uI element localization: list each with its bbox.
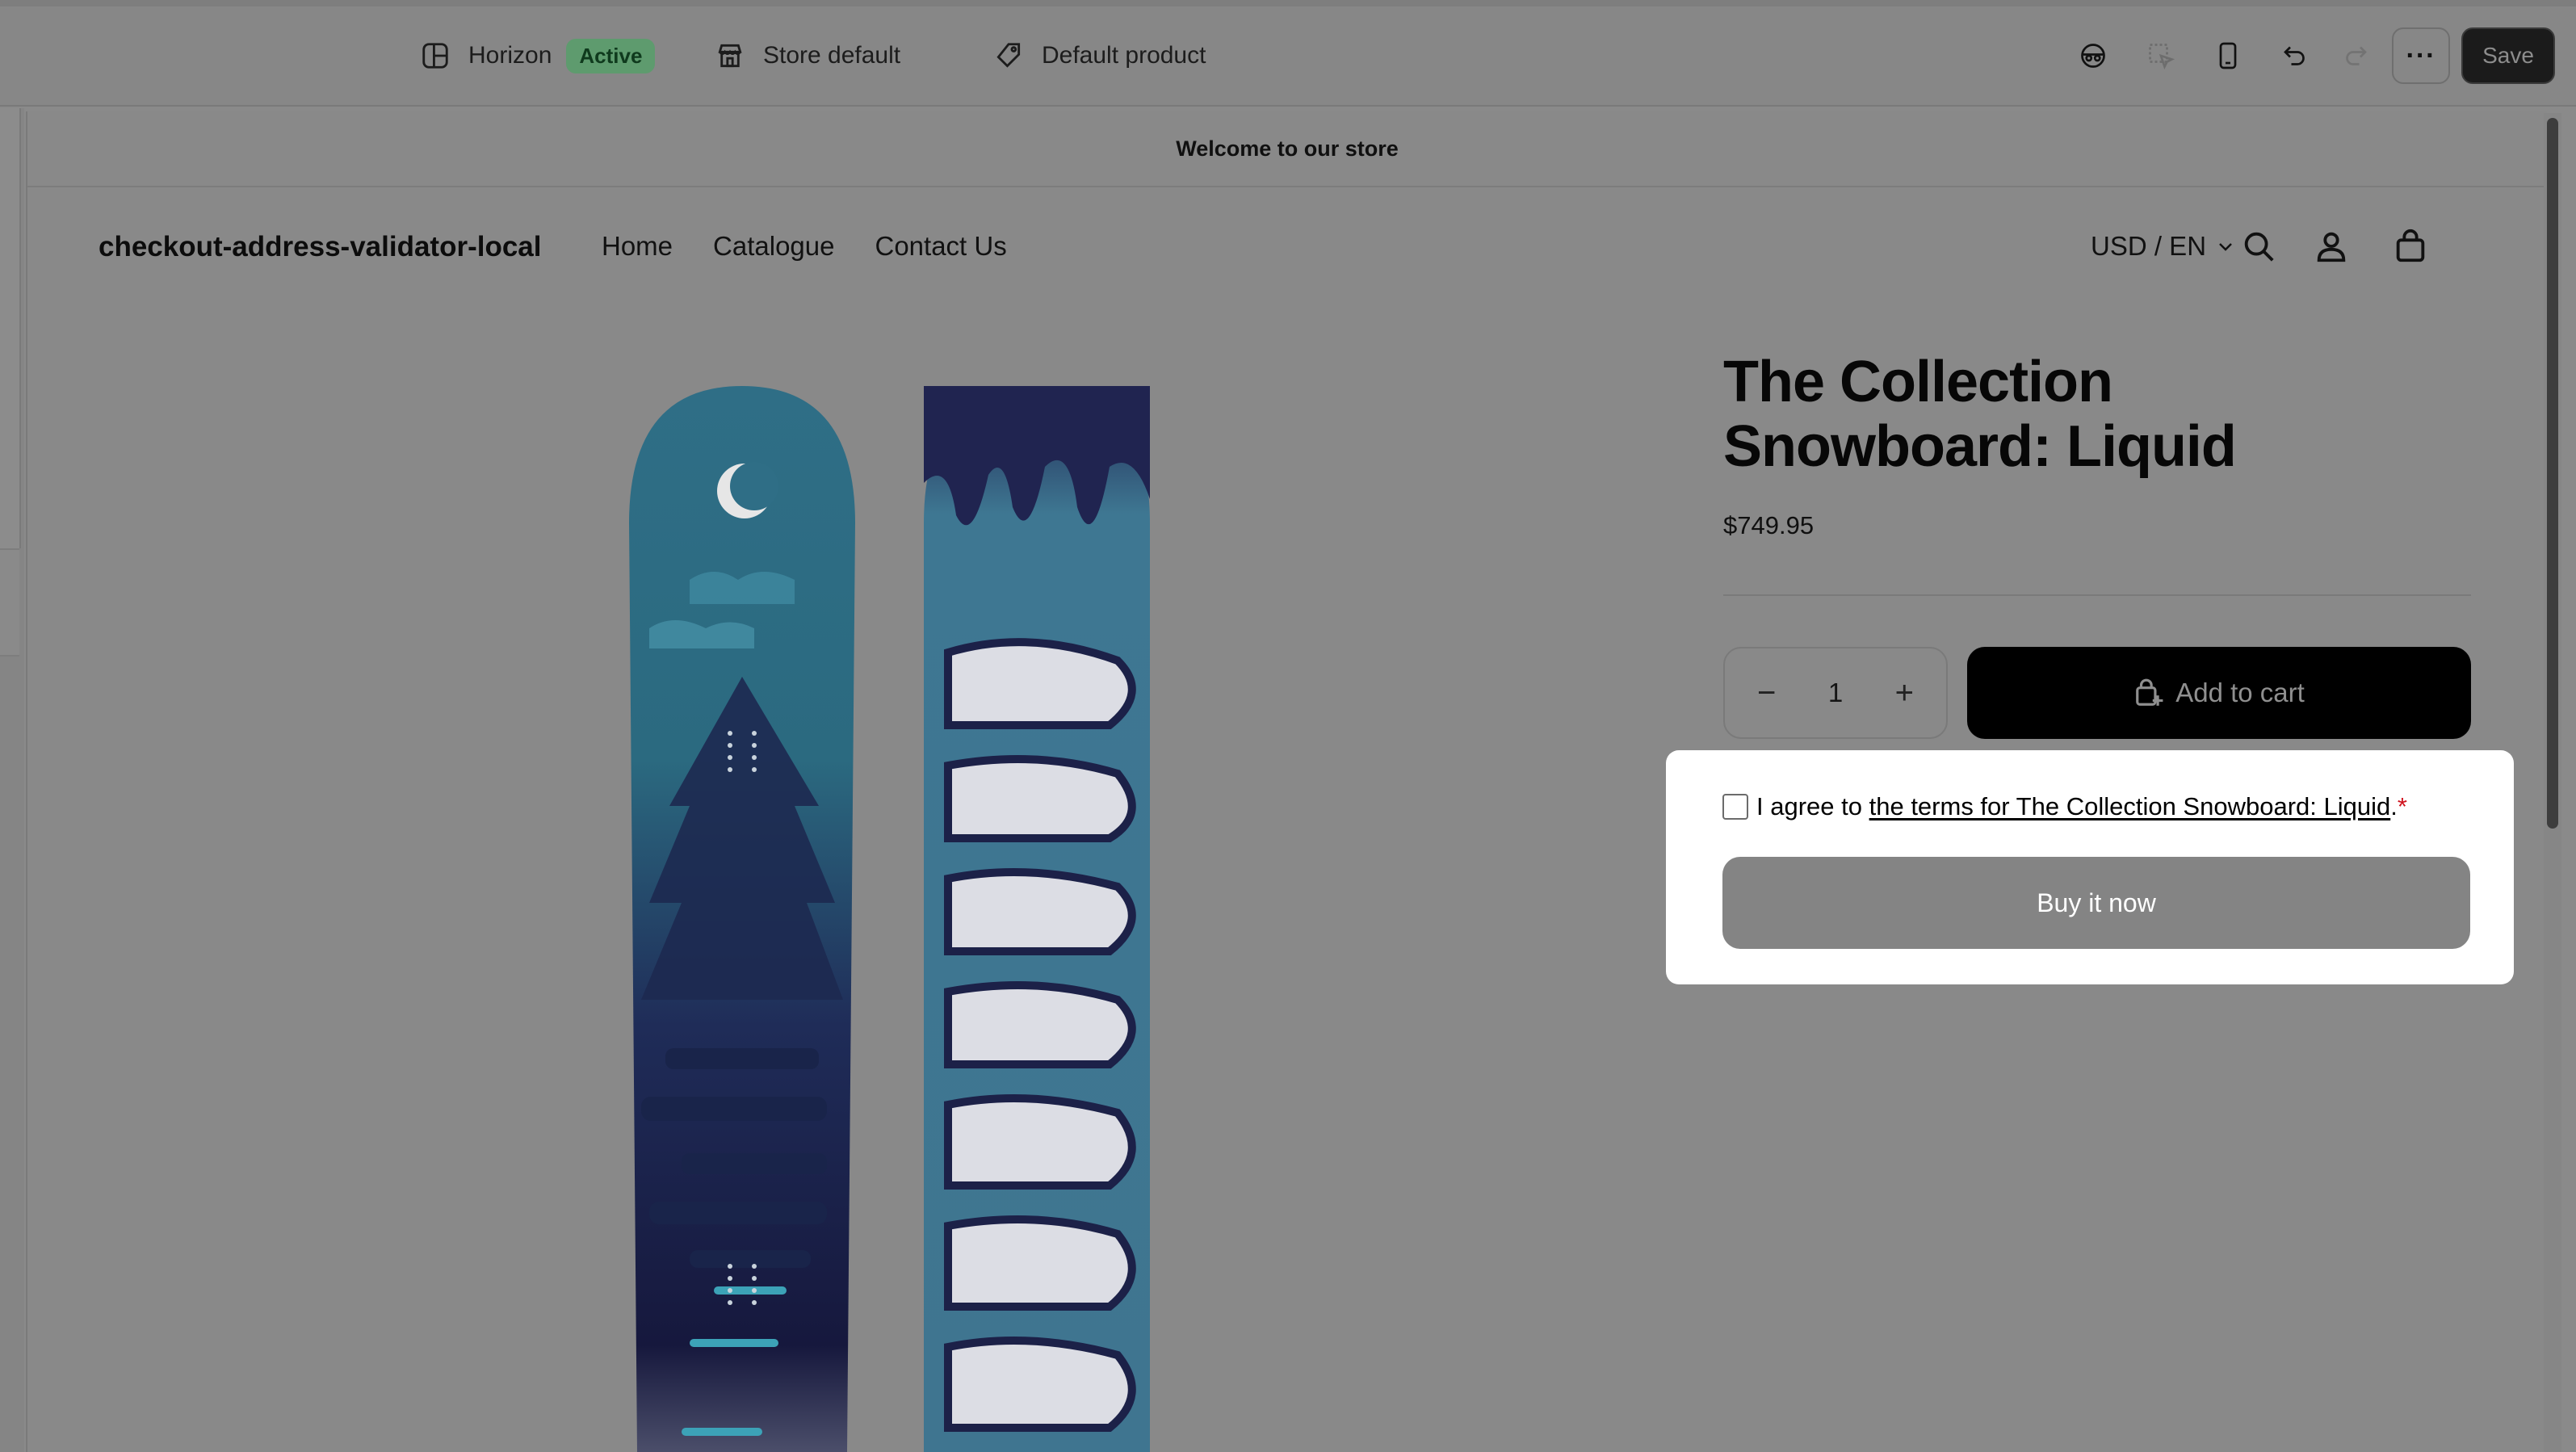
undo-button[interactable] bbox=[2275, 36, 2315, 76]
quantity-value[interactable]: 1 bbox=[1828, 678, 1843, 708]
redo-button[interactable] bbox=[2335, 36, 2376, 76]
chevron-down-icon bbox=[2219, 243, 2232, 251]
sidebar-edge bbox=[0, 108, 24, 1452]
snowboard-image bbox=[629, 386, 1150, 1452]
buy-now-button[interactable]: Buy it now bbox=[1722, 857, 2470, 949]
sidebar-panel-section bbox=[0, 548, 19, 657]
nav-item-catalogue[interactable]: Catalogue bbox=[713, 231, 834, 262]
toolbar-top-strip bbox=[0, 0, 2576, 6]
market-selector[interactable]: Store default bbox=[715, 36, 900, 76]
quantity-stepper[interactable]: − 1 + bbox=[1723, 647, 1948, 739]
template-label: Default product bbox=[1042, 42, 1206, 69]
mobile-icon bbox=[2219, 42, 2237, 69]
locale-label: USD / EN bbox=[2091, 231, 2207, 261]
more-actions-button[interactable]: ··· bbox=[2392, 27, 2450, 84]
store-icon bbox=[718, 44, 742, 68]
agree-prefix: I agree to bbox=[1756, 792, 1862, 820]
required-mark: * bbox=[2397, 792, 2407, 820]
add-to-cart-label: Add to cart bbox=[2175, 678, 2305, 707]
select-element-button[interactable] bbox=[2141, 36, 2181, 76]
terms-link[interactable]: the terms for The Collection Snowboard: … bbox=[1869, 792, 2391, 821]
layout-icon bbox=[422, 43, 448, 69]
theme-name: Horizon bbox=[468, 42, 552, 69]
template-selector[interactable]: Default product bbox=[993, 36, 1206, 76]
preview-scrollbar[interactable] bbox=[2544, 113, 2561, 1452]
terms-checkbox[interactable] bbox=[1722, 794, 1748, 820]
decrease-quantity-button[interactable]: − bbox=[1757, 675, 1776, 711]
product-price: $749.95 bbox=[1723, 511, 1815, 539]
divider bbox=[1723, 594, 2471, 596]
agree-suffix: . bbox=[2390, 792, 2398, 820]
nav-item-contact[interactable]: Contact Us bbox=[875, 231, 1006, 262]
shopping-bag-icon bbox=[2396, 229, 2425, 262]
search-icon bbox=[2244, 232, 2274, 262]
redo-icon bbox=[2346, 46, 2367, 65]
announcement-bar: Welcome to our store bbox=[27, 111, 2547, 187]
undo-icon bbox=[2284, 46, 2305, 65]
mobile-view-button[interactable] bbox=[2208, 36, 2248, 76]
product-image[interactable] bbox=[593, 386, 1174, 1452]
increase-quantity-button[interactable]: + bbox=[1895, 675, 1914, 711]
product-title-line2: Snowboard: Liquid bbox=[1723, 414, 2237, 479]
buy-block-highlight: I agree to the terms for The Collection … bbox=[1666, 750, 2514, 984]
theme-selector[interactable]: Horizon Active bbox=[420, 36, 656, 76]
market-label: Store default bbox=[763, 42, 901, 69]
cart-add-icon bbox=[2136, 678, 2163, 706]
search-button[interactable] bbox=[2240, 228, 2277, 265]
editor-toolbar: Horizon Active Store default Default pro… bbox=[0, 0, 2576, 107]
cart-button[interactable] bbox=[2392, 228, 2429, 265]
product-title: The Collection Snowboard: Liquid bbox=[1723, 350, 2450, 479]
scrollbar-thumb[interactable] bbox=[2547, 118, 2558, 829]
user-icon bbox=[2317, 232, 2346, 262]
theme-status-badge: Active bbox=[566, 38, 656, 73]
save-button[interactable]: Save bbox=[2461, 27, 2555, 84]
sidebar-panel bbox=[0, 108, 21, 548]
account-button[interactable] bbox=[2313, 228, 2350, 265]
inspector-button[interactable] bbox=[2073, 36, 2113, 76]
store-logo[interactable]: checkout-address-validator-local bbox=[99, 231, 542, 263]
add-to-cart-button[interactable]: Add to cart bbox=[1967, 647, 2471, 739]
inspector-icon bbox=[2081, 44, 2105, 68]
tag-icon bbox=[996, 43, 1021, 68]
currency-language-selector[interactable]: USD / EN bbox=[2091, 231, 2235, 262]
terms-agreement: I agree to the terms for The Collection … bbox=[1722, 792, 2407, 821]
nav-item-home[interactable]: Home bbox=[602, 231, 673, 262]
product-title-line1: The Collection bbox=[1723, 350, 2113, 414]
cursor-select-icon bbox=[2149, 44, 2175, 70]
main-nav: Home Catalogue Contact Us bbox=[602, 231, 1007, 262]
